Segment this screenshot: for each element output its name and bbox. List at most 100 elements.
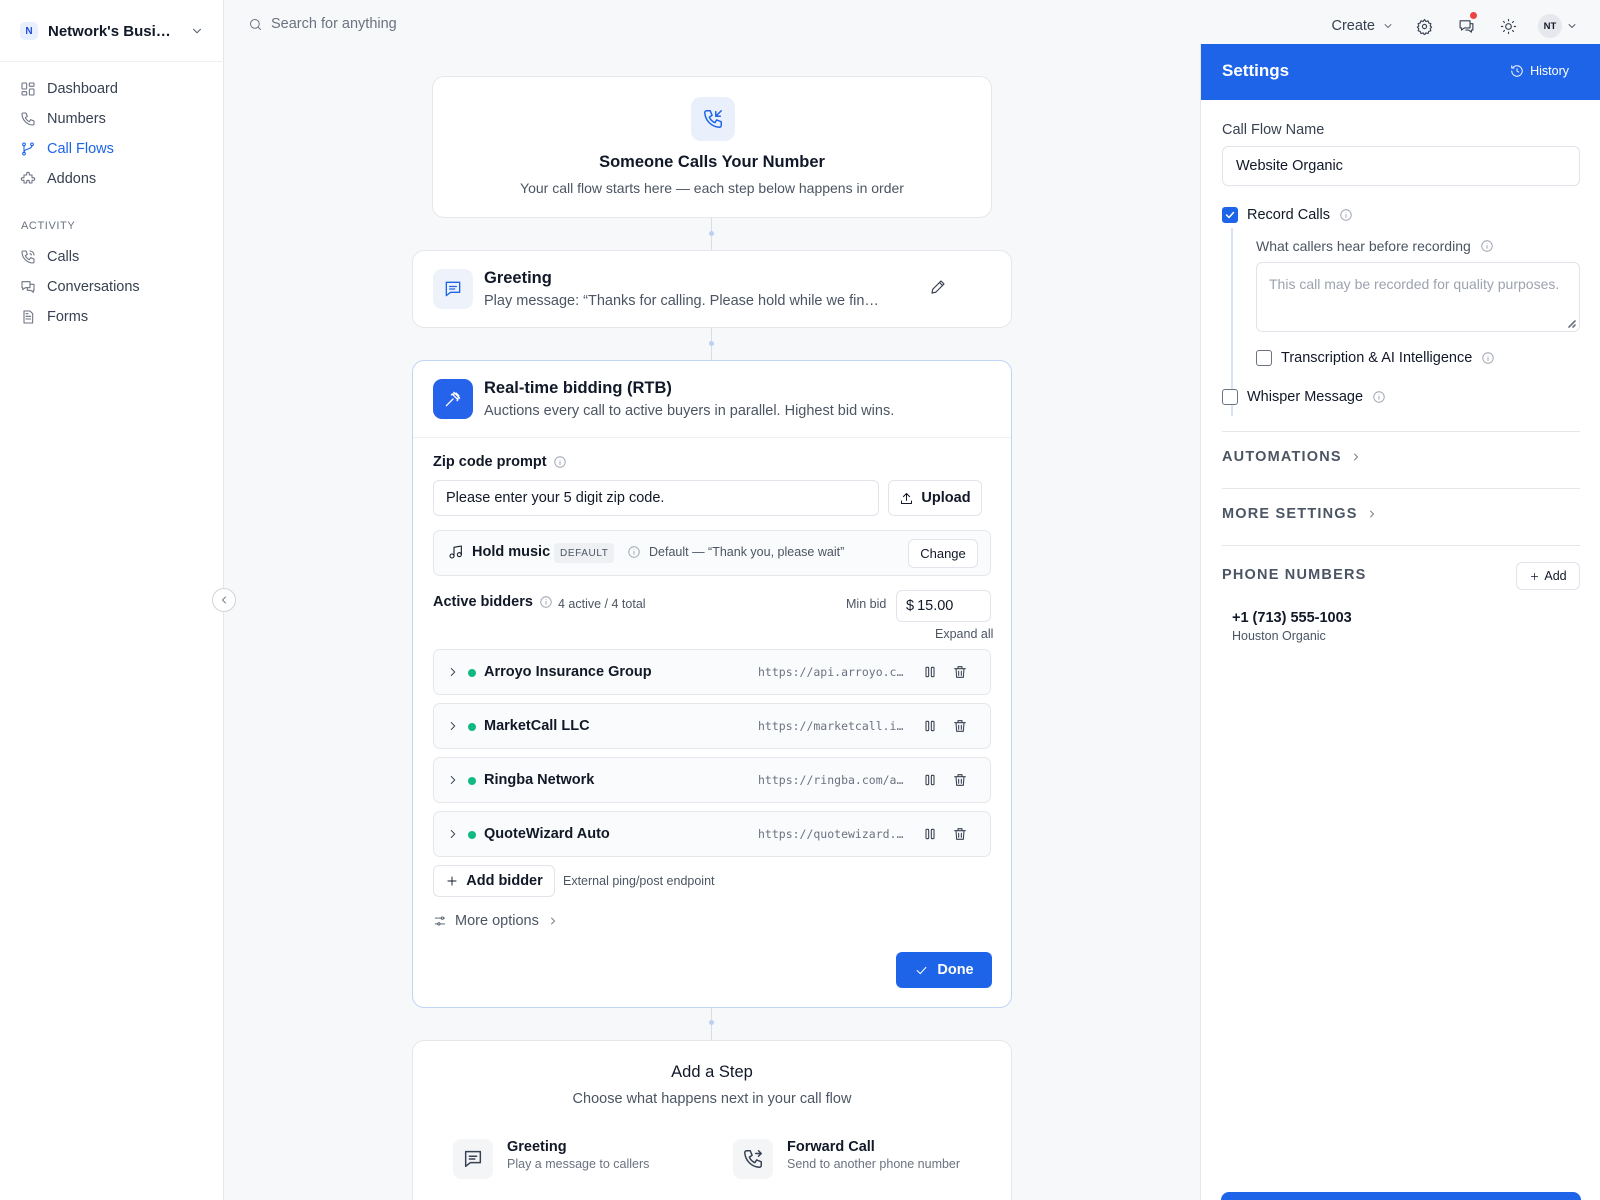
add-bidder-button[interactable]: Add bidder	[433, 865, 555, 897]
sidebar-item-label: Addons	[47, 171, 97, 187]
more-options-toggle[interactable]: More options	[433, 913, 559, 929]
edit-step-button[interactable]	[929, 278, 947, 296]
settings-panel: Settings History Call Flow Name Website …	[1200, 44, 1600, 1200]
message-icon	[453, 1139, 493, 1179]
before-recording-textarea[interactable]: This call may be recorded for quality pu…	[1256, 262, 1580, 332]
add-phone-number-button[interactable]: Add	[1516, 562, 1580, 590]
sun-icon	[1500, 18, 1516, 34]
status-dot	[468, 669, 476, 677]
expand-all-link[interactable]: Expand all	[935, 627, 993, 641]
info-icon[interactable]	[1372, 390, 1386, 404]
divider	[413, 437, 1011, 438]
pencil-icon	[931, 280, 945, 294]
min-bid-input[interactable]: $ 15.00	[896, 590, 991, 622]
greeting-step-card[interactable]: Greeting Play message: “Thanks for calli…	[412, 250, 1012, 328]
info-icon[interactable]	[1480, 239, 1494, 253]
option-description: Play a message to callers	[507, 1157, 650, 1171]
automations-section-toggle[interactable]: AUTOMATIONS	[1222, 449, 1362, 465]
checkbox-unchecked[interactable]	[1256, 350, 1272, 366]
checkbox-checked[interactable]	[1222, 207, 1238, 223]
bidder-row[interactable]: Arroyo Insurance Group https://api.arroy…	[433, 649, 991, 695]
puzzle-icon	[20, 171, 36, 184]
history-button[interactable]: History	[1510, 64, 1569, 78]
done-button[interactable]: Done	[896, 952, 992, 988]
upload-button[interactable]: Upload	[888, 480, 982, 516]
before-recording-label-text: What callers hear before recording	[1256, 238, 1471, 254]
hold-music-description: Default — “Thank you, please wait”	[627, 545, 844, 559]
transcription-checkbox[interactable]: Transcription & AI Intelligence	[1256, 350, 1495, 366]
phone-number: +1 (713) 555-1003	[1232, 610, 1352, 626]
sidebar-item-addons[interactable]: Addons	[20, 168, 96, 190]
sidebar-item-call-flows[interactable]: Call Flows	[20, 138, 114, 160]
trash-icon[interactable]	[952, 664, 968, 680]
create-menu-button[interactable]: Create	[1331, 18, 1394, 34]
sidebar-item-dashboard[interactable]: Dashboard	[20, 78, 118, 100]
more-settings-section-toggle[interactable]: MORE SETTINGS	[1222, 506, 1378, 522]
add-step-card: Add a Step Choose what happens next in y…	[412, 1040, 1012, 1200]
settings-button[interactable]	[1412, 14, 1436, 38]
call-flows-icon	[22, 142, 34, 156]
chevron-right-icon[interactable]	[446, 665, 460, 679]
messages-button[interactable]	[1454, 12, 1478, 38]
sidebar-item-label: Calls	[47, 249, 80, 265]
checkbox-unchecked[interactable]	[1222, 389, 1238, 405]
sidebar-item-numbers[interactable]: Numbers	[20, 108, 106, 130]
chevron-down-icon	[1384, 24, 1392, 28]
phone-numbers-label: PHONE NUMBERS	[1222, 567, 1367, 583]
phone-icon	[21, 112, 35, 126]
collapse-sidebar-button[interactable]	[212, 588, 236, 612]
zip-prompt-input[interactable]: Please enter your 5 digit zip code.	[433, 480, 879, 516]
connector-dot	[709, 341, 714, 346]
sidebar-item-label: Forms	[47, 309, 89, 325]
workspace-switcher[interactable]: N Network's Business	[20, 20, 204, 42]
trash-icon[interactable]	[952, 718, 968, 734]
trash-icon[interactable]	[952, 826, 968, 842]
pause-icon[interactable]	[922, 772, 938, 788]
record-calls-label: Record Calls	[1247, 207, 1330, 223]
info-icon[interactable]	[1481, 351, 1495, 365]
incoming-call-icon	[691, 97, 735, 141]
min-bid-value: 15.00	[917, 598, 954, 614]
pause-icon[interactable]	[922, 718, 938, 734]
resize-handle-icon[interactable]	[1566, 318, 1576, 328]
workspace-name: Network's Business	[48, 22, 178, 40]
check-icon	[917, 966, 927, 974]
user-menu[interactable]: NT	[1538, 14, 1578, 38]
sidebar-item-conversations[interactable]: Conversations	[20, 276, 140, 298]
bidder-url: https://marketcall.io/api/bid	[758, 719, 910, 733]
phone-number-item[interactable]: +1 (713) 555-1003 Houston Organic	[1232, 610, 1352, 643]
trash-icon[interactable]	[952, 772, 968, 788]
bidder-row[interactable]: MarketCall LLC https://marketcall.io/api…	[433, 703, 991, 749]
info-icon[interactable]	[1339, 208, 1353, 222]
info-icon[interactable]	[539, 595, 553, 609]
bidder-row[interactable]: Ringba Network https://ringba.com/api/rt…	[433, 757, 991, 803]
add-forward-call-option[interactable]: Forward Call Send to another phone numbe…	[733, 1139, 960, 1179]
record-calls-checkbox[interactable]: Record Calls	[1222, 207, 1353, 223]
change-hold-music-button[interactable]: Change	[908, 539, 978, 568]
bidder-row[interactable]: QuoteWizard Auto https://quotewizard.com…	[433, 811, 991, 857]
connector-dot	[709, 231, 714, 236]
pause-icon[interactable]	[922, 826, 938, 842]
add-greeting-option[interactable]: Greeting Play a message to callers	[453, 1139, 649, 1179]
pause-icon[interactable]	[922, 664, 938, 680]
indent-guide	[1231, 228, 1233, 416]
chevron-right-icon[interactable]	[446, 827, 460, 841]
chevron-right-icon[interactable]	[446, 719, 460, 733]
chevron-right-icon	[1353, 453, 1358, 461]
call-flow-name-input[interactable]: Website Organic	[1222, 146, 1580, 186]
sidebar-item-forms[interactable]: Forms	[20, 306, 88, 328]
sidebar-divider	[0, 61, 224, 62]
theme-toggle-button[interactable]	[1496, 14, 1520, 38]
chevron-right-icon[interactable]	[446, 773, 460, 787]
sidebar-item-calls[interactable]: Calls	[20, 246, 79, 268]
whisper-message-checkbox[interactable]: Whisper Message	[1222, 389, 1386, 405]
search-input[interactable]: Search for anything	[271, 16, 397, 32]
more-settings-label: MORE SETTINGS	[1222, 506, 1358, 522]
whisper-message-label: Whisper Message	[1247, 389, 1364, 405]
info-icon[interactable]	[553, 455, 567, 469]
save-button[interactable]	[1221, 1192, 1581, 1200]
rtb-step-card: Real-time bidding (RTB) Auctions every c…	[412, 360, 1012, 1008]
settings-header: Settings History	[1201, 44, 1600, 100]
info-icon[interactable]	[627, 545, 641, 559]
global-search[interactable]: Search for anything	[248, 16, 397, 32]
